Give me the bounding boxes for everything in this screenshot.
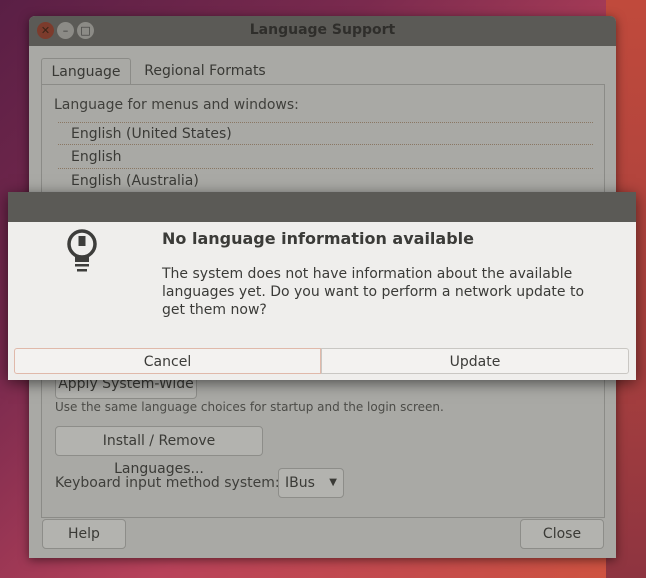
dialog-titlebar[interactable] <box>8 192 636 222</box>
window-title: Language Support <box>249 22 396 38</box>
close-button[interactable]: Close <box>520 519 604 549</box>
keyboard-input-select[interactable]: IBus ▼ <box>278 468 344 498</box>
update-button[interactable]: Update <box>321 348 629 374</box>
lightbulb-icon <box>67 229 97 272</box>
tab-regional-formats[interactable]: Regional Formats <box>133 58 277 85</box>
cancel-button[interactable]: Cancel <box>14 348 321 374</box>
apply-help-text: Use the same language choices for startu… <box>55 400 444 414</box>
menus-label: Language for menus and windows: <box>54 97 299 113</box>
dialog-title: No language information available <box>162 229 474 248</box>
dropdown-arrow-icon: ▼ <box>329 477 337 488</box>
help-button[interactable]: Help <box>42 519 126 549</box>
dialog-message: The system does not have information abo… <box>162 266 585 318</box>
install-remove-languages-button[interactable]: Install / Remove Languages... <box>55 426 263 477</box>
no-language-info-dialog: No language information available The sy… <box>8 192 636 380</box>
keyboard-input-value: IBus <box>285 475 315 491</box>
language-list-item[interactable]: English (United States) <box>58 122 593 145</box>
language-list-item[interactable]: English (Australia) <box>58 170 593 193</box>
language-list-item[interactable]: English <box>58 146 593 169</box>
keyboard-input-label: Keyboard input method system: <box>55 475 280 491</box>
tab-language[interactable]: Language <box>41 58 131 85</box>
window-titlebar[interactable]: ✕ – □ Language Support <box>29 16 616 46</box>
